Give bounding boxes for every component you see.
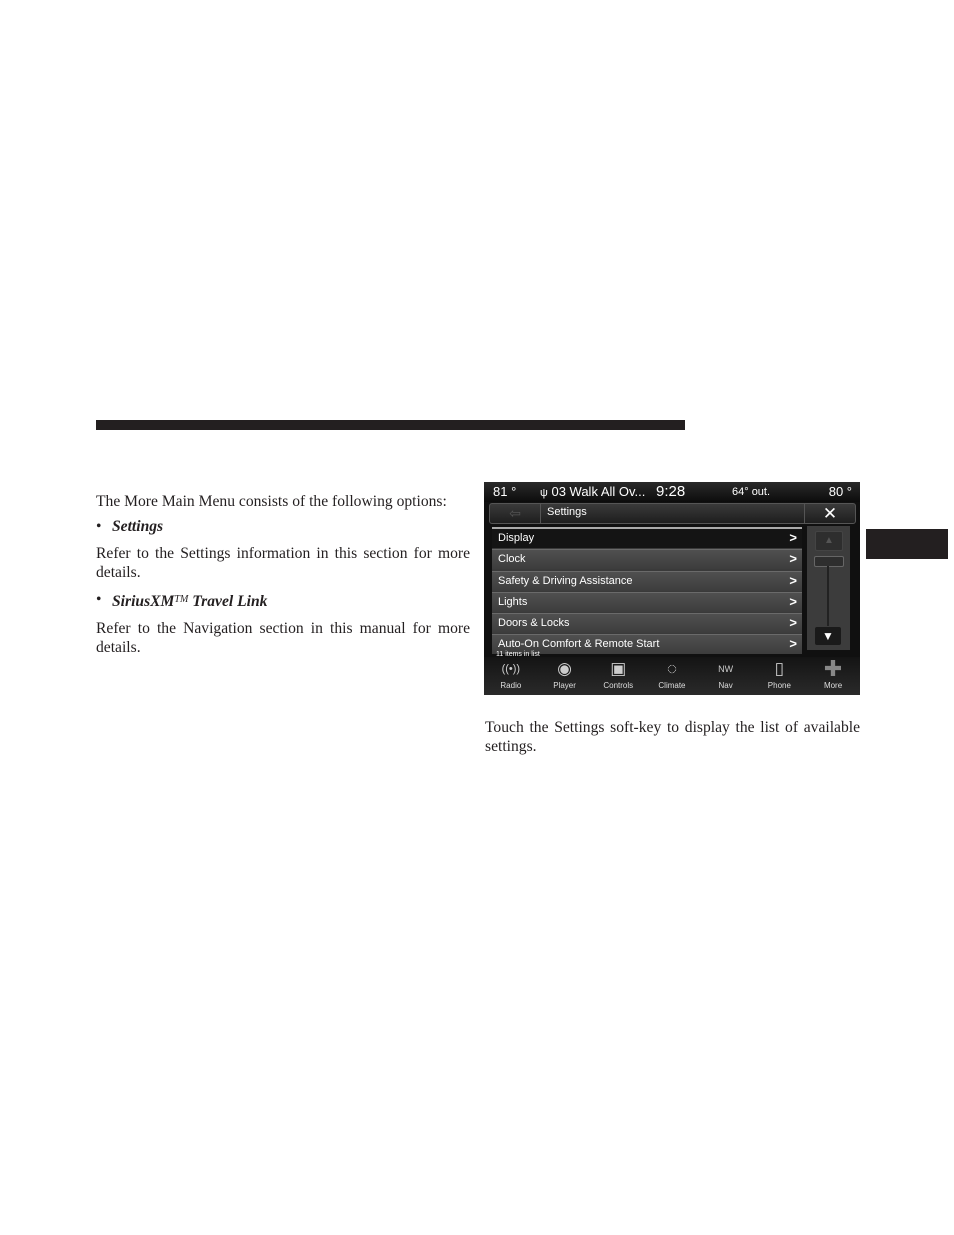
dock-controls[interactable]: ▣ Controls — [592, 657, 644, 695]
list-item-label: Display — [498, 532, 535, 544]
list-item-doors-locks[interactable]: Doors & Locks > — [492, 613, 802, 634]
option-settings: • Settings — [96, 517, 470, 536]
nav-compass-icon: NW — [718, 664, 734, 674]
arrow-down-icon: ▼ — [822, 629, 834, 643]
close-icon: ✕ — [822, 503, 838, 523]
scroll-thumb[interactable] — [814, 556, 844, 567]
dock-nav[interactable]: NW Nav — [700, 657, 752, 695]
track-title: 03 Walk All Ov... — [551, 484, 646, 499]
phone-icon: ▯ — [774, 659, 785, 678]
chevron-right-icon: > — [789, 572, 797, 588]
figure-caption: Touch the Settings soft-key to display t… — [485, 718, 860, 755]
head-unit-screenshot: 81 ° ψ 03 Walk All Ov... 9:28 64° out. 8… — [484, 482, 860, 695]
dock-more[interactable]: ✚ More — [807, 657, 859, 695]
chevron-right-icon: > — [789, 530, 797, 545]
usb-icon: ψ — [540, 487, 548, 499]
dock-label: Controls — [603, 681, 634, 690]
plus-icon: ✚ — [823, 656, 843, 681]
list-item-safety[interactable]: Safety & Driving Assistance > — [492, 570, 802, 591]
passenger-temp: 80 ° — [828, 484, 852, 499]
dock-label: Radio — [500, 681, 522, 690]
close-button[interactable]: ✕ — [804, 504, 855, 523]
clock: 9:28 — [656, 483, 686, 500]
bullet-dot: • — [96, 591, 102, 608]
dock-phone[interactable]: ▯ Phone — [753, 657, 805, 695]
option-label: SiriusXM — [112, 593, 175, 610]
dock-label: Climate — [658, 681, 686, 690]
list-item-label: Safety & Driving Assistance — [498, 574, 633, 587]
back-arrow-icon: ⇦ — [509, 505, 521, 521]
dock-label: Phone — [767, 681, 791, 690]
climate-icon: ◌ — [666, 659, 677, 678]
list-item-clock[interactable]: Clock > — [492, 549, 802, 570]
list-item-display[interactable]: Display > — [492, 527, 802, 548]
dock-player[interactable]: ◉ Player — [539, 657, 591, 695]
chevron-right-icon: > — [789, 615, 797, 631]
dock-label: Player — [553, 681, 576, 690]
bottom-dock: ((•)) Radio ◉ Player ▣ Controls ◌ Climat… — [484, 657, 860, 695]
dock-radio[interactable]: ((•)) Radio — [485, 657, 537, 695]
option-description: Refer to the Navigation section in this … — [96, 620, 470, 656]
scroll-down-button[interactable]: ▼ — [815, 627, 841, 645]
scroll-up-button[interactable]: ▲ — [815, 531, 843, 551]
controls-icon: ▣ — [610, 659, 627, 678]
list-item-label: Doors & Locks — [498, 617, 570, 630]
option-label: Settings — [112, 518, 164, 535]
list-item-lights[interactable]: Lights > — [492, 591, 802, 612]
dock-label: More — [823, 681, 843, 690]
chevron-right-icon: > — [789, 593, 797, 609]
now-playing: ψ 03 Walk All Ov... — [540, 484, 645, 499]
player-icon: ◉ — [557, 659, 572, 678]
list-item-label: Auto-On Comfort & Remote Start — [498, 638, 660, 651]
radio-icon: ((•)) — [501, 663, 521, 675]
status-bar: 81 ° ψ 03 Walk All Ov... 9:28 64° out. 8… — [484, 482, 860, 502]
chevron-right-icon: > — [789, 636, 797, 652]
dock-climate[interactable]: ◌ Climate — [646, 657, 698, 695]
title-bar: ⇦ Settings ✕ — [489, 503, 856, 524]
section-rule — [96, 420, 685, 430]
chapter-tab — [866, 529, 948, 559]
chevron-right-icon: > — [789, 551, 797, 567]
driver-temp: 81 ° — [493, 484, 517, 499]
scrollbar[interactable]: ▲ ▼ — [807, 526, 850, 650]
option-label-suffix: Travel Link — [188, 593, 268, 610]
dock-label: Nav — [718, 681, 733, 690]
back-button[interactable]: ⇦ — [490, 504, 541, 523]
bullet-dot: • — [96, 518, 102, 535]
intro-text: The More Main Menu consists of the follo… — [96, 493, 447, 510]
settings-list: Display > Clock > Safety & Driving Assis… — [492, 527, 802, 655]
scroll-track[interactable] — [827, 566, 829, 626]
list-item-label: Lights — [498, 595, 528, 608]
outside-temp: 64° out. — [732, 486, 771, 498]
arrow-up-icon: ▲ — [824, 535, 834, 546]
option-description: Refer to the Settings information in thi… — [96, 545, 470, 581]
screen-title: Settings — [547, 506, 587, 518]
left-column: The More Main Menu consists of the follo… — [96, 492, 470, 665]
list-item-label: Clock — [498, 553, 526, 566]
trademark: TM — [174, 594, 189, 605]
option-siriusxm: • SiriusXMTM Travel Link — [96, 590, 470, 611]
